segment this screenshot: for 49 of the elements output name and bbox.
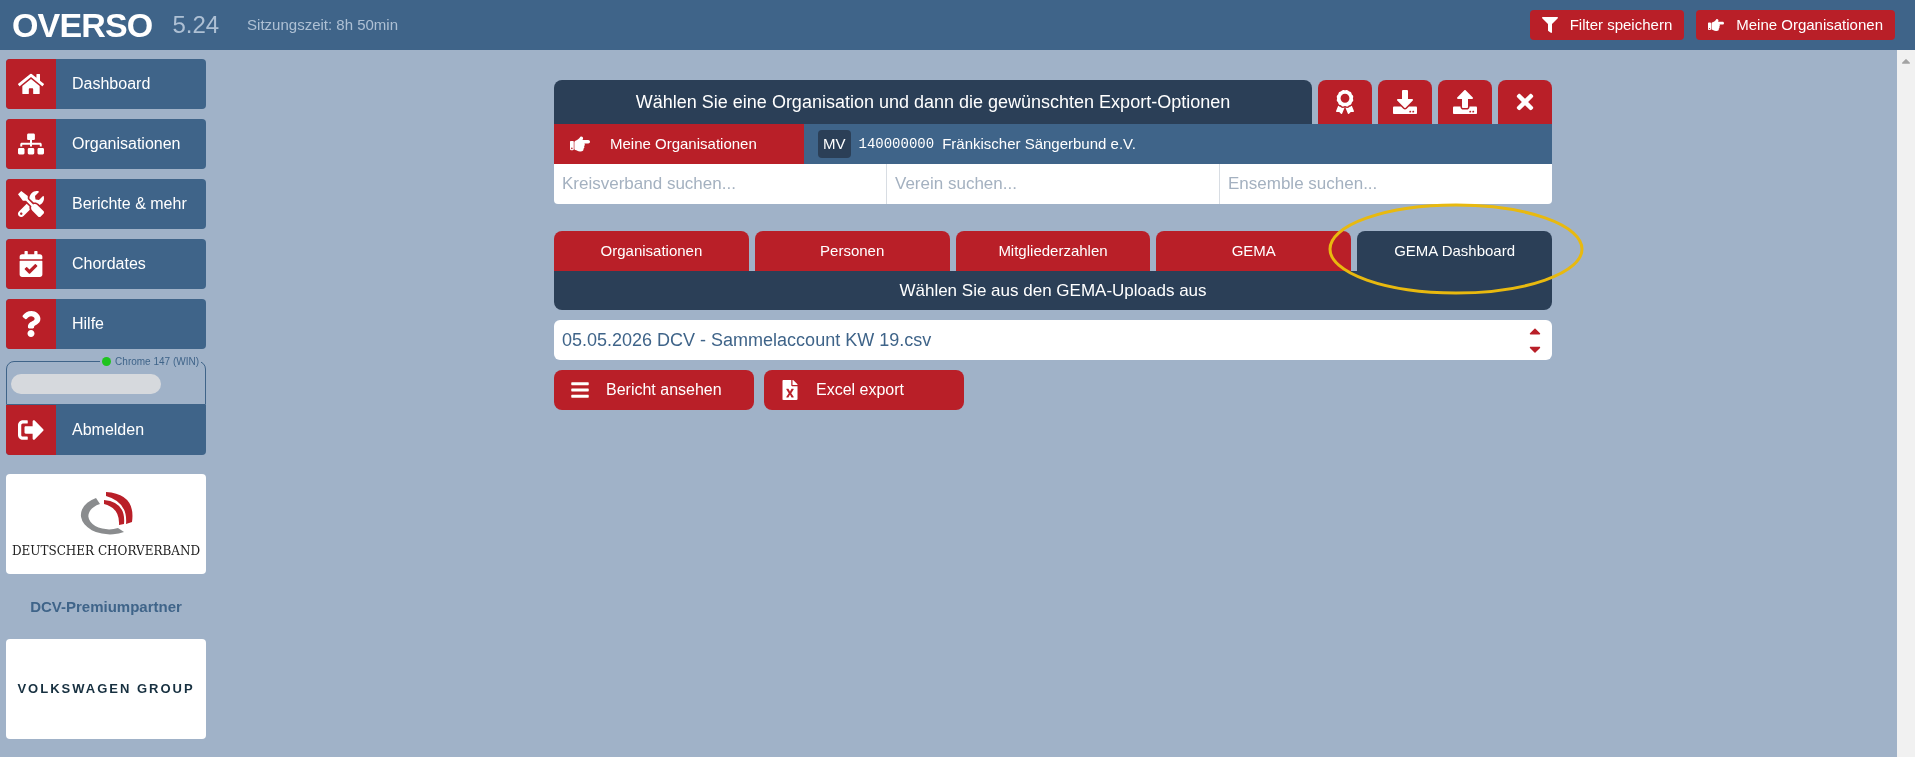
calendar-icon xyxy=(18,251,44,277)
logo-text: DEUTSCHER CHORVERBAND xyxy=(11,543,201,560)
browser-label: Chrome 147 (WIN) xyxy=(115,355,199,369)
session-time: Sitzungszeit: 8h 50min xyxy=(247,14,399,35)
action-button[interactable]: Bericht ansehen xyxy=(554,370,754,410)
organisations-button[interactable]: Meine Organisationen xyxy=(554,124,804,164)
header-button[interactable]: Filter speichern xyxy=(1529,10,1685,40)
nav-button[interactable]: Chordates xyxy=(6,239,206,289)
menu-icon xyxy=(570,380,590,400)
org-number: 140000000 xyxy=(858,134,935,154)
upload-icon xyxy=(1453,90,1477,114)
nav-button[interactable]: Berichte & mehr xyxy=(6,179,206,229)
action-button[interactable] xyxy=(1498,80,1552,124)
header-button[interactable]: Meine Organisationen xyxy=(1696,10,1895,40)
house-icon xyxy=(18,71,44,97)
tab[interactable]: GEMA xyxy=(1156,231,1352,271)
logout-button[interactable]: Abmelden xyxy=(6,405,206,455)
action-button[interactable]: Excel export xyxy=(764,370,964,410)
sign-out-icon xyxy=(18,417,44,443)
award-icon xyxy=(1333,90,1357,114)
search-field[interactable]: Ensemble suchen... xyxy=(1219,164,1552,204)
version-label: 5.24 xyxy=(172,10,220,40)
search-field[interactable]: Verein suchen... xyxy=(886,164,1219,204)
action-button[interactable] xyxy=(1318,80,1372,124)
pointing-hand-icon xyxy=(570,134,590,154)
app-logo: OVERSO xyxy=(12,4,153,46)
action-button[interactable] xyxy=(1438,80,1492,124)
tab[interactable]: GEMA Dashboard xyxy=(1357,231,1552,271)
tools-icon xyxy=(18,191,44,217)
search-field[interactable]: Kreisverband suchen... xyxy=(554,164,886,204)
tab[interactable]: Mitgliederzahlen xyxy=(955,231,1151,271)
download-icon xyxy=(1393,90,1417,114)
tab[interactable]: Organisationen xyxy=(554,231,749,271)
org-type-badge: MV xyxy=(818,129,851,159)
nav-button[interactable]: Dashboard xyxy=(6,59,206,109)
excel-file-icon xyxy=(780,380,800,400)
tab[interactable]: Personen xyxy=(754,231,950,271)
partner-label: DCV-Premiumpartner xyxy=(29,597,183,617)
partner-logo-text: VOLKSWAGEN GROUP xyxy=(17,679,195,698)
nav-button[interactable]: Hilfe xyxy=(6,299,206,349)
nav-button[interactable]: Organisationen xyxy=(6,119,206,169)
sitemap-icon xyxy=(18,131,44,157)
pointing-hand-icon xyxy=(1708,17,1725,33)
upload-select[interactable]: 05.05.2026 DCV - Sammelaccount KW 19.csv xyxy=(554,320,1552,360)
org-name: Fränkischer Sängerbund e.V. xyxy=(942,133,1136,154)
panel-title: Wählen Sie eine Organisation und dann die gewünschten Export-Optionen xyxy=(554,80,1312,124)
filter-icon xyxy=(1541,17,1558,33)
action-button[interactable] xyxy=(1378,80,1432,124)
section-subtitle: Wählen Sie aus den GEMA-Uploads aus xyxy=(554,271,1552,310)
